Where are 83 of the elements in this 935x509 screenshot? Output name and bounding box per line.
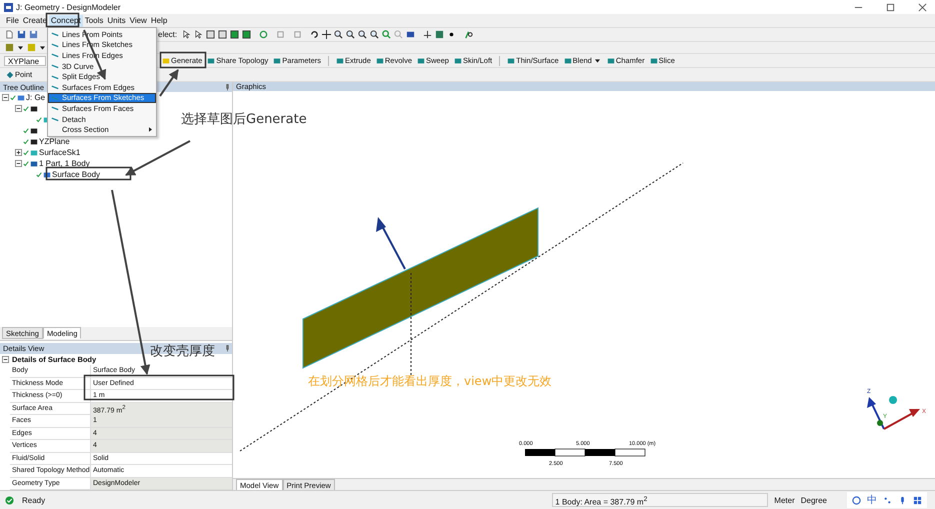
highlight-frame bbox=[160, 52, 206, 68]
node-icon bbox=[30, 160, 38, 168]
diamond-icon bbox=[6, 70, 14, 78]
rotate-icon[interactable] bbox=[310, 30, 320, 39]
annotation-arrow bbox=[159, 69, 179, 97]
unit-label: Degree bbox=[800, 496, 827, 504]
menu-item[interactable]: View bbox=[128, 14, 149, 26]
save-icon[interactable] bbox=[29, 30, 38, 39]
expander-icon[interactable] bbox=[15, 149, 22, 156]
ime-mode[interactable]: 中 bbox=[867, 493, 877, 507]
expander-icon[interactable] bbox=[15, 160, 22, 167]
cube-icon bbox=[606, 56, 615, 64]
cube-icon bbox=[336, 56, 344, 64]
expander-icon[interactable] bbox=[15, 105, 22, 112]
close-icon[interactable] bbox=[918, 2, 927, 12]
node-icon bbox=[30, 138, 38, 146]
select-label: elect: bbox=[158, 30, 178, 39]
expander-icon[interactable] bbox=[2, 94, 9, 101]
new-file-icon[interactable] bbox=[5, 30, 14, 39]
check-icon bbox=[10, 94, 16, 100]
maximize-icon[interactable] bbox=[886, 2, 895, 12]
check-icon bbox=[23, 106, 29, 112]
cube-icon bbox=[273, 56, 282, 64]
node-icon bbox=[30, 148, 38, 156]
zoom-icon[interactable] bbox=[334, 30, 344, 39]
tree-item[interactable]: Surface Body bbox=[52, 170, 100, 179]
caret-icon[interactable] bbox=[40, 46, 45, 50]
microphone-icon[interactable] bbox=[898, 496, 907, 504]
cube-icon bbox=[417, 56, 425, 64]
cube-icon[interactable] bbox=[435, 30, 444, 39]
unit-label: Meter bbox=[774, 496, 795, 504]
cube-icon bbox=[564, 56, 572, 64]
tree-item[interactable]: J: Ge bbox=[26, 93, 46, 102]
window-title: J: Geometry - DesignModeler bbox=[16, 2, 120, 12]
check-icon bbox=[36, 172, 42, 178]
selection-info: 1 Body: Area = 387.79 m$^{2}$ bbox=[552, 493, 768, 507]
zoom-icon[interactable] bbox=[370, 30, 380, 39]
cube-icon bbox=[162, 56, 170, 64]
annotation-text: 选择草图后Generate bbox=[181, 111, 307, 128]
check-icon bbox=[36, 116, 42, 122]
cube-icon[interactable] bbox=[406, 30, 416, 39]
tree-item[interactable]: 1 Part, 1 Body bbox=[39, 159, 90, 168]
ime-icon[interactable] bbox=[852, 496, 861, 504]
cube-icon bbox=[454, 56, 462, 64]
grid-icon[interactable] bbox=[913, 496, 922, 504]
app-icon bbox=[4, 2, 13, 12]
menu-item[interactable]: Tools bbox=[82, 14, 106, 26]
menu-item[interactable]: Units bbox=[105, 14, 128, 26]
node-icon bbox=[30, 126, 38, 134]
pin-icon[interactable] bbox=[226, 84, 229, 90]
annotation-text: 改变壳厚度 bbox=[150, 343, 215, 360]
zoom-icon[interactable] bbox=[346, 30, 356, 39]
save-icon[interactable] bbox=[17, 30, 26, 39]
pan-icon[interactable] bbox=[322, 30, 332, 39]
refresh-icon[interactable] bbox=[259, 30, 268, 39]
menu-item[interactable]: File bbox=[4, 14, 21, 26]
annotation-arrow bbox=[125, 140, 190, 176]
menu-item[interactable]: Help bbox=[148, 14, 170, 26]
menu-item[interactable]: Create bbox=[20, 14, 49, 26]
axis-triad-drawing bbox=[867, 396, 920, 430]
collapse-icon[interactable] bbox=[2, 356, 9, 363]
cube-icon bbox=[376, 56, 384, 64]
check-circle-icon bbox=[5, 496, 14, 504]
node-icon bbox=[43, 170, 51, 178]
plane-dropdown[interactable]: XYPlane bbox=[4, 56, 46, 66]
zoom-icon[interactable] bbox=[358, 30, 368, 39]
cube-icon bbox=[650, 56, 658, 64]
node-icon bbox=[17, 94, 25, 102]
cube-icon bbox=[507, 56, 516, 64]
dot-icon[interactable] bbox=[447, 30, 456, 39]
pin-icon[interactable] bbox=[226, 345, 229, 352]
caret-icon[interactable] bbox=[18, 46, 23, 50]
annotation-text: 在划分网格后才能看出厚度，view中更改无效 bbox=[308, 373, 552, 390]
normal-arrow bbox=[376, 217, 406, 270]
grid-icon[interactable] bbox=[5, 43, 14, 52]
tree-item[interactable]: SurfaceSk1 bbox=[39, 148, 80, 157]
wand-icon[interactable] bbox=[464, 30, 474, 39]
axes-icon[interactable] bbox=[423, 30, 432, 39]
status-text: Ready bbox=[22, 496, 46, 504]
node-icon bbox=[30, 104, 38, 112]
tree-item[interactable]: YZPlane bbox=[39, 137, 70, 146]
cube-icon bbox=[207, 56, 216, 64]
punctuation-icon[interactable] bbox=[883, 496, 892, 504]
